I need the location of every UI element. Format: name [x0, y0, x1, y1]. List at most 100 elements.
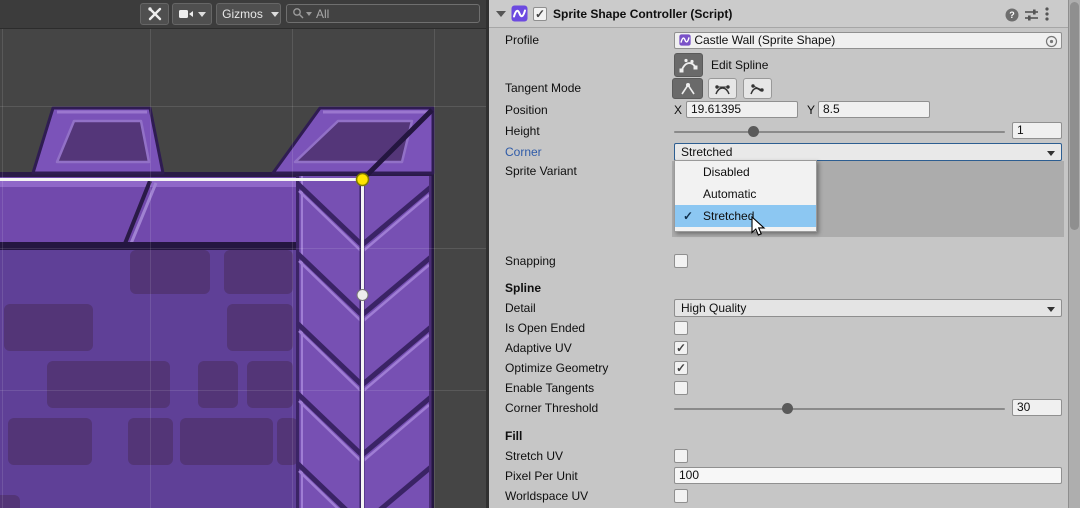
popup-item-stretched[interactable]: ✓ Stretched [675, 205, 816, 227]
scene-toolbar: Gizmos All [0, 0, 487, 29]
snapping-label: Snapping [505, 254, 556, 268]
search-filter-caret-icon [306, 12, 312, 16]
is-open-ended-row: Is Open Ended [489, 321, 1068, 339]
presets-icon[interactable] [1025, 9, 1038, 24]
spline-control-point[interactable] [357, 290, 368, 301]
enable-tangents-label: Enable Tangents [505, 381, 594, 395]
gizmos-label: Gizmos [222, 7, 263, 21]
corner-threshold-label: Corner Threshold [505, 401, 598, 415]
corner-threshold-row: Corner Threshold 30 [489, 401, 1068, 419]
search-placeholder: All [316, 7, 329, 21]
enable-tangents-row: Enable Tangents [489, 381, 1068, 399]
adaptive-uv-row: Adaptive UV ✓ [489, 341, 1068, 359]
tools-button[interactable] [140, 3, 169, 25]
foldout-arrow-icon[interactable] [496, 11, 506, 17]
edit-spline-label: Edit Spline [711, 58, 768, 72]
stretch-uv-checkbox[interactable] [674, 449, 688, 463]
optimize-geometry-checkbox[interactable]: ✓ [674, 361, 688, 375]
sprite-variant-label: Sprite Variant [505, 164, 577, 178]
help-icon[interactable]: ? [1005, 8, 1019, 25]
position-row: Position X 19.61395 Y 8.5 [489, 103, 1068, 121]
kebab-menu-icon[interactable] [1045, 7, 1049, 24]
tangent-linear-icon [680, 82, 696, 95]
pixel-per-unit-label: Pixel Per Unit [505, 469, 578, 483]
corner-dropdown-popup: Disabled Automatic ✓ Stretched [674, 160, 817, 232]
tangent-mode-row: Tangent Mode [489, 78, 1068, 99]
optimize-geometry-label: Optimize Geometry [505, 361, 608, 375]
position-y-axis-label: Y [807, 103, 815, 117]
profile-object-field[interactable]: Castle Wall (Sprite Shape) [674, 32, 1062, 49]
chevron-down-icon [1047, 151, 1055, 156]
popup-item-automatic[interactable]: Automatic [675, 183, 816, 205]
worldspace-uv-checkbox[interactable] [674, 489, 688, 503]
inspector-scrollbar[interactable] [1068, 0, 1080, 508]
inspector-panel: ✓ Sprite Shape Controller (Script) ? Pro… [489, 0, 1068, 508]
search-icon [292, 7, 305, 20]
scrollbar-thumb[interactable] [1070, 2, 1079, 230]
camera-visibility-button[interactable] [172, 3, 212, 25]
component-title: Sprite Shape Controller (Script) [553, 7, 732, 21]
scene-canvas[interactable] [0, 28, 487, 508]
tangent-continuous-button[interactable] [708, 78, 737, 99]
tangent-mode-label: Tangent Mode [505, 81, 581, 95]
pixel-per-unit-field[interactable]: 100 [674, 467, 1062, 484]
position-x-field[interactable]: 19.61395 [686, 101, 798, 118]
worldspace-uv-label: Worldspace UV [505, 489, 588, 503]
worldspace-uv-row: Worldspace UV [489, 489, 1068, 507]
scene-search-field[interactable]: All [286, 4, 480, 23]
enable-tangents-checkbox[interactable] [674, 381, 688, 395]
stretch-uv-row: Stretch UV [489, 449, 1068, 467]
position-x-axis-label: X [674, 103, 682, 117]
spline-control-point-selected[interactable] [357, 174, 369, 186]
corner-label: Corner [505, 145, 542, 159]
component-header[interactable]: ✓ Sprite Shape Controller (Script) ? [489, 0, 1068, 28]
tangent-broken-icon [749, 83, 766, 95]
corner-threshold-slider-handle[interactable] [782, 403, 793, 414]
component-enabled-checkbox[interactable]: ✓ [533, 7, 547, 21]
gizmos-dropdown-button[interactable]: Gizmos [216, 3, 281, 25]
object-picker-icon[interactable] [1045, 35, 1058, 48]
checkmark: ✓ [535, 7, 545, 21]
pixel-per-unit-row: Pixel Per Unit 100 [489, 469, 1068, 487]
adaptive-uv-label: Adaptive UV [505, 341, 572, 355]
wall-corner-strip [296, 176, 433, 508]
profile-row: Profile Castle Wall (Sprite Shape) [489, 33, 1068, 51]
snapping-row: Snapping [489, 254, 1068, 272]
corner-dropdown[interactable]: Stretched [674, 143, 1062, 161]
popup-item-disabled[interactable]: Disabled [675, 161, 816, 183]
stretch-uv-label: Stretch UV [505, 449, 563, 463]
corner-threshold-value-field[interactable]: 30 [1012, 399, 1062, 416]
edit-spline-button[interactable] [674, 53, 703, 77]
chevron-down-icon [1047, 307, 1055, 312]
merlon-left [33, 108, 163, 173]
tangent-continuous-icon [714, 83, 731, 95]
height-label: Height [505, 124, 540, 138]
profile-label: Profile [505, 33, 539, 47]
is-open-ended-checkbox[interactable] [674, 321, 688, 335]
edit-spline-row: Edit Spline [489, 53, 1068, 77]
height-row: Height 1 [489, 124, 1068, 142]
optimize-geometry-row: Optimize Geometry ✓ [489, 361, 1068, 379]
edit-spline-icon [679, 58, 698, 73]
height-value-field[interactable]: 1 [1012, 122, 1062, 139]
chevron-down-icon [198, 12, 206, 17]
checkmark-icon: ✓ [683, 205, 693, 227]
position-y-field[interactable]: 8.5 [818, 101, 930, 118]
tangent-linear-button[interactable] [672, 78, 703, 99]
spline-section-title: Spline [505, 281, 541, 295]
height-slider[interactable] [674, 131, 1005, 133]
adaptive-uv-checkbox[interactable]: ✓ [674, 341, 688, 355]
snapping-checkbox[interactable] [674, 254, 688, 268]
profile-value: Castle Wall (Sprite Shape) [694, 33, 835, 47]
detail-dropdown[interactable]: High Quality [674, 299, 1062, 317]
detail-row: Detail High Quality [489, 301, 1068, 319]
chevron-down-icon [271, 12, 279, 17]
fill-section-header: Fill [489, 429, 1068, 447]
height-slider-handle[interactable] [748, 126, 759, 137]
fill-section-title: Fill [505, 429, 522, 443]
tangent-broken-button[interactable] [743, 78, 772, 99]
svg-text:?: ? [1009, 10, 1015, 20]
tools-icon [147, 6, 163, 22]
corner-threshold-slider[interactable] [674, 408, 1005, 410]
scene-view[interactable]: Gizmos All [0, 0, 487, 508]
